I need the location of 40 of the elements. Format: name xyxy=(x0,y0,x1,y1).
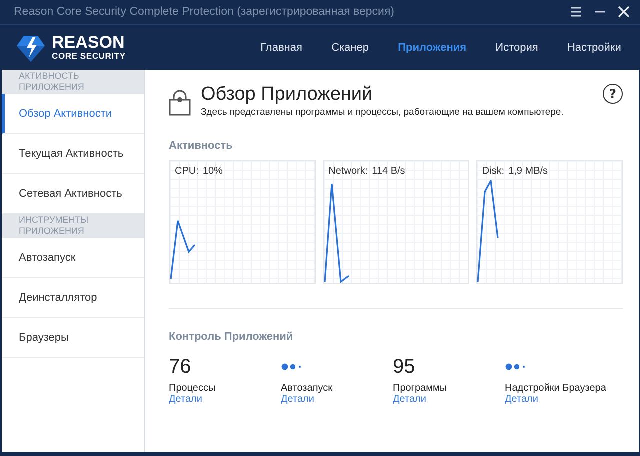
nav-tab[interactable]: История xyxy=(496,42,538,54)
window-title: Reason Core Security Complete Protection (зарегистрированная версия) xyxy=(14,6,395,18)
details-link[interactable]: Детали xyxy=(393,394,505,405)
cpu-graph-line xyxy=(170,220,196,280)
graph-reading: 10% xyxy=(202,166,223,177)
nav-tab[interactable]: Сканер xyxy=(332,42,369,54)
lock-icon xyxy=(169,88,191,116)
logo-subtitle: CORE SECURITY xyxy=(52,51,126,61)
details-link[interactable]: Детали xyxy=(281,394,393,405)
stat-number: 76 xyxy=(169,355,192,379)
nav-tab[interactable]: Приложения xyxy=(398,42,467,54)
sidebar-item[interactable]: Обзор Активности xyxy=(2,94,144,134)
menu-icon[interactable] xyxy=(570,6,582,18)
logo-text: REASON xyxy=(52,34,126,51)
sidebar-item[interactable]: Браузеры xyxy=(2,318,144,358)
graph-label: Disk: xyxy=(482,166,505,177)
stat-label: Надстройки Браузера xyxy=(505,383,608,394)
graph-label: CPU: xyxy=(175,166,199,177)
nav-tab[interactable]: Главная xyxy=(260,42,302,54)
sidebar-section-header: ИНСТРУМЕНТЫ ПРИЛОЖЕНИЯ xyxy=(2,214,144,238)
page-description: Здесь представлены программы и процессы, работающие на вашем компьютере. xyxy=(201,107,565,118)
stat-label: Процессы xyxy=(169,383,217,394)
help-button[interactable]: ? xyxy=(603,84,623,104)
close-icon[interactable] xyxy=(618,6,630,18)
stat-label: Автозапуск xyxy=(281,383,334,394)
sidebar-item[interactable]: Текущая Активность xyxy=(2,134,144,174)
nav-tab[interactable]: Настройки xyxy=(567,42,622,54)
graph-label: Network: xyxy=(328,166,368,177)
stat-label: Программы xyxy=(393,383,448,394)
section-heading: Активность xyxy=(169,140,234,152)
stat-number: 95 xyxy=(393,355,416,379)
section-heading: Контроль Приложений xyxy=(169,331,294,343)
sidebar-item[interactable]: Автозапуск xyxy=(2,238,144,278)
details-link[interactable]: Детали xyxy=(505,394,617,405)
graph-reading: 1,9 MB/s xyxy=(508,166,548,177)
sidebar-section-header: АКТИВНОСТЬ ПРИЛОЖЕНИЯ xyxy=(2,70,144,94)
details-link[interactable]: Детали xyxy=(169,394,281,405)
page-title: Обзор Приложений xyxy=(201,84,374,106)
sidebar-item[interactable]: Деинсталлятор xyxy=(2,278,144,318)
graph-reading: 114 B/s xyxy=(372,166,406,177)
